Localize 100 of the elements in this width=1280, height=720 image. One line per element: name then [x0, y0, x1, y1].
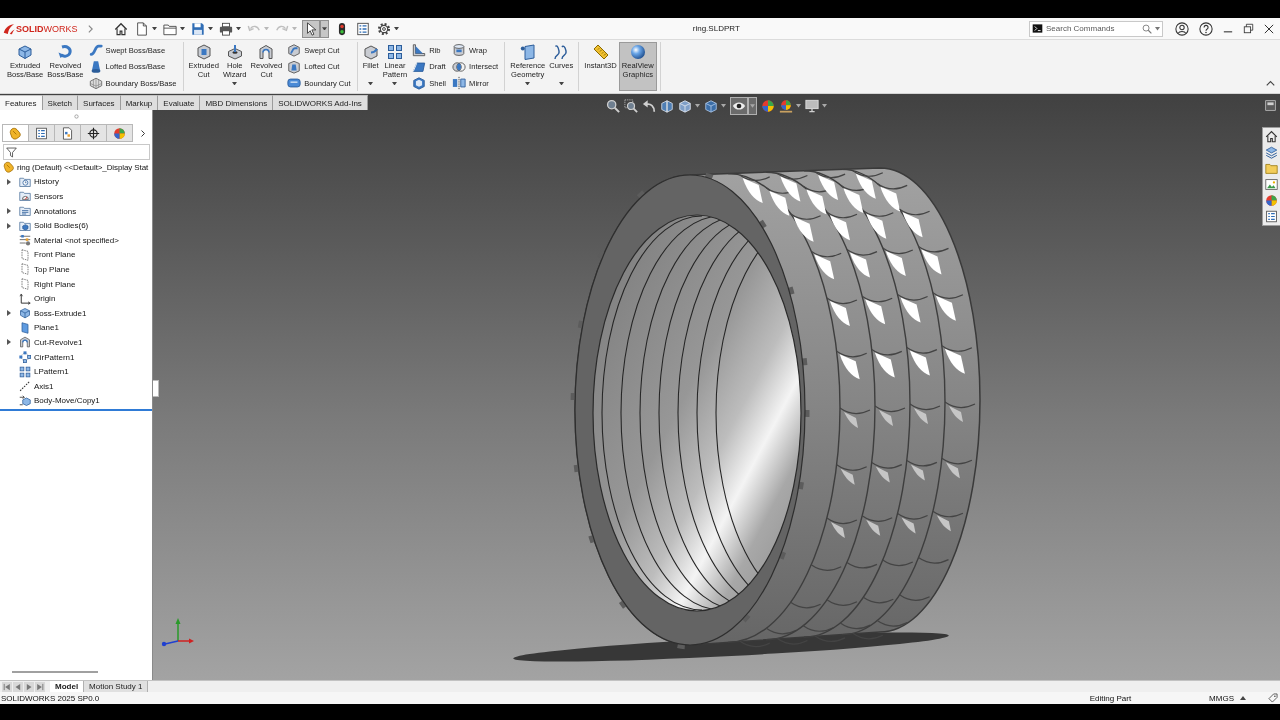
tree-item[interactable]: Origin [0, 291, 152, 306]
tab[interactable]: SOLIDWORKS Add-Ins [273, 95, 368, 110]
expand-arrow-icon[interactable] [7, 310, 11, 317]
tree-item[interactable]: CirPattern1 [0, 349, 152, 365]
status-label: Editing Part [1089, 693, 1132, 703]
caret-icon[interactable] [796, 104, 801, 108]
curve-icon [553, 44, 570, 60]
tree-item[interactable]: Sensors [0, 189, 152, 204]
caret-icon[interactable] [822, 104, 827, 108]
search-icon[interactable] [1142, 23, 1152, 34]
caret-icon [525, 81, 531, 85]
caret-icon [392, 81, 398, 85]
tab[interactable]: Features [0, 95, 43, 110]
magnifier-icon[interactable] [624, 99, 638, 113]
sliders-icon [19, 234, 31, 247]
caret-icon[interactable] [179, 26, 185, 31]
tree-item[interactable]: LPattern1 [0, 364, 152, 379]
curved-arrow-icon[interactable] [642, 99, 656, 113]
caret-icon[interactable] [207, 26, 213, 31]
section-cube-icon[interactable] [660, 99, 674, 113]
caret-icon [368, 81, 374, 85]
color-wheel-icon[interactable] [1265, 194, 1278, 207]
tree-item[interactable]: Front Plane [0, 247, 152, 263]
tree-item[interactable]: Plane1 [0, 320, 152, 336]
forward-arrow-icon[interactable] [24, 681, 34, 692]
ruler-icon [592, 44, 609, 60]
circular-pattern-icon [19, 351, 31, 363]
caret-icon[interactable] [721, 104, 726, 108]
tree-item[interactable]: Body-Move/Copy1 [0, 393, 152, 409]
save-icon[interactable] [189, 20, 206, 37]
magnifier-icon[interactable] [606, 99, 620, 113]
tab[interactable]: Markup [120, 95, 159, 110]
caret-up-icon[interactable] [1240, 696, 1246, 700]
expand-arrow-icon[interactable] [7, 178, 11, 185]
expand-arrow-icon[interactable] [7, 339, 11, 346]
list-icon[interactable] [354, 20, 371, 37]
picture-icon[interactable] [1265, 178, 1278, 191]
units-button[interactable]: MMGS [1209, 693, 1234, 703]
caret-icon[interactable] [695, 104, 700, 108]
tab[interactable]: MBD Dimensions [200, 95, 274, 110]
tree-item[interactable]: Cut-Revolve1 [0, 335, 152, 350]
panel-tab[interactable] [80, 124, 107, 142]
tree-item[interactable]: Annotations [0, 203, 152, 219]
monitor-icon[interactable] [805, 99, 819, 113]
chevron-right-icon[interactable] [140, 128, 146, 138]
tab[interactable]: Sketch [42, 95, 79, 110]
logo-icon [3, 22, 15, 35]
home-icon[interactable] [1265, 130, 1278, 143]
scrollbar[interactable] [12, 671, 98, 673]
move-block-icon [19, 394, 31, 407]
tree-item[interactable]: Top Plane [0, 262, 152, 277]
filter-field[interactable] [3, 144, 150, 160]
caret-icon[interactable] [235, 26, 241, 31]
cube-icon[interactable] [678, 99, 692, 113]
last-arrow-icon[interactable] [35, 681, 45, 692]
search-field[interactable]: Search Commands [1029, 20, 1163, 37]
tree-item[interactable]: ring (Default) <<Default>_Display Stat [0, 160, 152, 175]
block-folder-icon [19, 219, 31, 232]
tree-item[interactable]: Right Plane [0, 276, 152, 292]
help-icon[interactable] [1199, 21, 1213, 36]
home-icon[interactable] [112, 20, 129, 37]
window-icon[interactable] [1265, 100, 1276, 111]
tab[interactable]: Surfaces [78, 95, 121, 110]
close-icon[interactable] [1264, 23, 1274, 34]
tree-item[interactable]: Material <not specified> [0, 232, 152, 248]
part-icon [9, 126, 22, 140]
caret-icon[interactable] [393, 26, 399, 31]
square-grid-icon [19, 365, 31, 378]
restore-icon[interactable] [1243, 23, 1254, 34]
user-icon[interactable] [1175, 21, 1189, 36]
groove-block-icon [287, 43, 302, 57]
tree-item[interactable]: Solid Bodies(6) [0, 218, 152, 233]
cursor-icon[interactable] [301, 19, 320, 38]
grip-icon[interactable] [73, 114, 79, 119]
tree-item[interactable]: Axis1 [0, 378, 152, 394]
gear-icon[interactable] [375, 20, 392, 37]
first-arrow-icon[interactable] [2, 681, 12, 692]
printer-icon[interactable] [217, 20, 234, 37]
color-wheel-icon[interactable] [761, 99, 775, 113]
cube-cutout-icon [195, 44, 212, 60]
caret-icon[interactable] [319, 19, 329, 38]
eye-icon[interactable] [730, 97, 748, 115]
panel-tab[interactable] [28, 124, 55, 142]
rollback-bar[interactable] [0, 409, 152, 412]
cube-icon[interactable] [704, 99, 718, 113]
tree-item[interactable]: History [0, 174, 152, 190]
gauge-folder-icon [19, 190, 31, 203]
folder-icon[interactable] [1265, 162, 1278, 175]
caret-icon[interactable] [151, 26, 157, 31]
back-arrow-icon[interactable] [13, 681, 23, 692]
logo-text: SOLIDWORKS [16, 23, 78, 34]
caret-icon[interactable] [1155, 27, 1160, 31]
list-icon[interactable] [1265, 210, 1278, 223]
tree-item[interactable]: Boss-Extrude1 [0, 305, 152, 321]
tag-icon[interactable] [1268, 693, 1278, 703]
tab[interactable]: Evaluate [158, 95, 201, 110]
panel-handle[interactable] [153, 380, 159, 397]
caret-up-icon[interactable] [1266, 80, 1275, 87]
stack-icon[interactable] [1265, 146, 1278, 159]
color-wheel-icon[interactable] [779, 99, 793, 113]
